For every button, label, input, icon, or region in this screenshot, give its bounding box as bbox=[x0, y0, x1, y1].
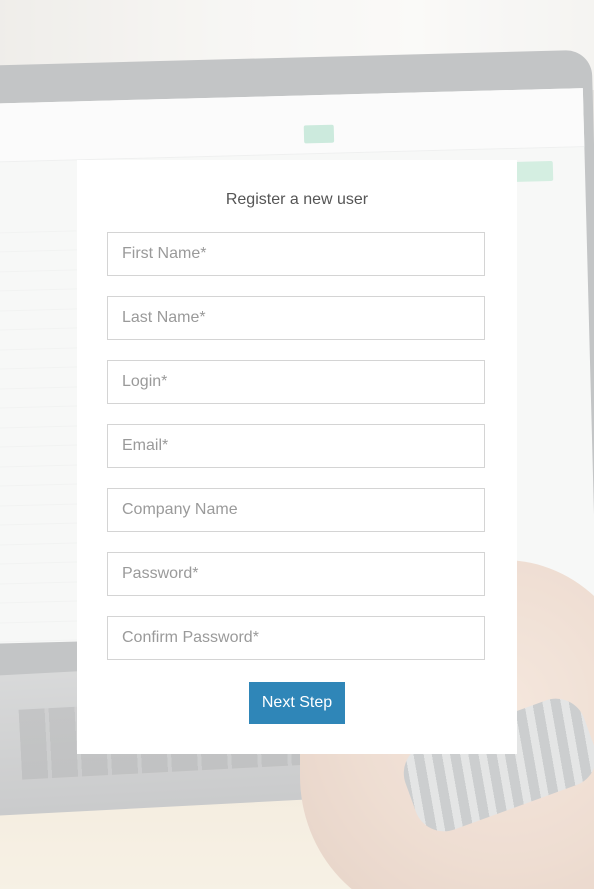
last-name-input[interactable] bbox=[108, 297, 484, 339]
form-title: Register a new user bbox=[225, 191, 369, 208]
confirm-password-field-wrapper bbox=[107, 616, 485, 660]
password-input[interactable] bbox=[108, 553, 484, 595]
company-name-input[interactable] bbox=[108, 489, 484, 531]
email-input[interactable] bbox=[108, 425, 484, 467]
first-name-input[interactable] bbox=[108, 233, 484, 275]
confirm-password-input[interactable] bbox=[108, 617, 484, 659]
login-field-wrapper bbox=[107, 360, 485, 404]
first-name-field-wrapper bbox=[107, 232, 485, 276]
next-step-button[interactable]: Next Step bbox=[249, 682, 345, 724]
last-name-field-wrapper bbox=[107, 296, 485, 340]
register-form-card: Register a new user Next Step bbox=[77, 160, 517, 754]
login-input[interactable] bbox=[108, 361, 484, 403]
password-field-wrapper bbox=[107, 552, 485, 596]
company-name-field-wrapper bbox=[107, 488, 485, 532]
email-field-wrapper bbox=[107, 424, 485, 468]
